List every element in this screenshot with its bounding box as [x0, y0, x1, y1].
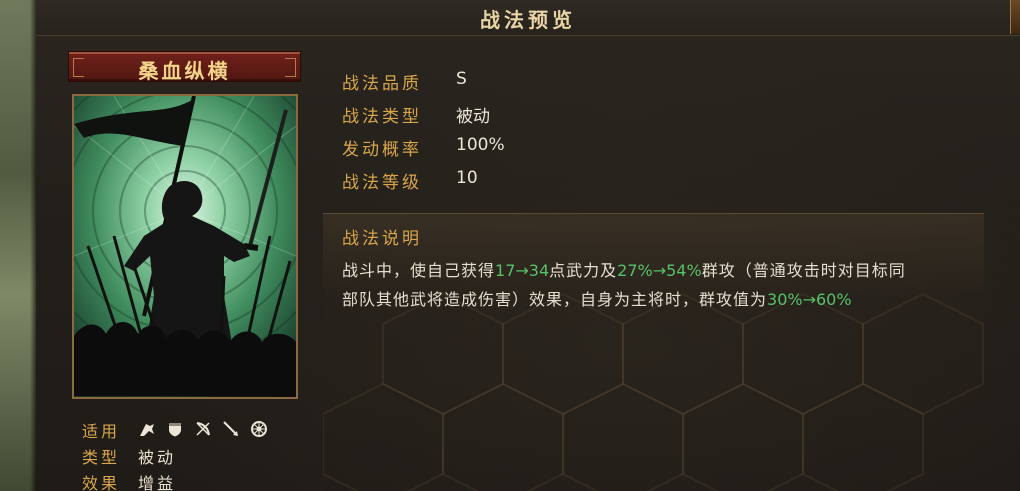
- close-button[interactable]: [1010, 0, 1020, 34]
- skill-name: 桑血纵横: [138, 59, 231, 83]
- game-world-background: [0, 0, 36, 491]
- siege-icon: [251, 421, 267, 437]
- attr-value-level: 10: [456, 168, 478, 188]
- description-title: 战法说明: [342, 229, 422, 249]
- cavalry-icon: [140, 424, 154, 436]
- highlight-value: 17→34: [495, 261, 550, 280]
- highlight-value: 27%→54%: [617, 261, 702, 280]
- panel-title: 战法预览: [480, 8, 576, 32]
- description-text: 战斗中，使自己获得: [342, 261, 496, 280]
- attr-label-probability: 发动概率: [342, 140, 422, 160]
- warrior-silhouette-illustration: [74, 96, 296, 397]
- effect-label: 效果: [82, 474, 121, 491]
- skill-card-art: [72, 94, 298, 399]
- type-row: 类型 被动: [82, 444, 302, 468]
- description-text: 群攻（普通攻击时对目标同: [701, 261, 906, 280]
- skill-name-banner: 桑血纵横: [69, 52, 300, 83]
- attr-value-type: 被动: [456, 107, 490, 127]
- applicable-row: 适用: [82, 418, 302, 442]
- description-text: 部队其他武将造成伤害）效果，自身为主将时，群攻值为: [342, 290, 768, 309]
- applicable-label: 适用: [82, 422, 121, 441]
- attr-label-type: 战法类型: [342, 107, 422, 127]
- skill-description-box: 战法说明 战斗中，使自己获得17→34点武力及27%→54%群攻（普通攻击时对目…: [323, 213, 984, 491]
- shield-icon: [169, 423, 181, 437]
- bow-icon: [196, 422, 210, 436]
- attr-value-quality: S: [456, 69, 467, 89]
- attr-label-level: 战法等级: [342, 173, 422, 193]
- attr-value-probability: 100%: [456, 135, 505, 155]
- description-line-2: 部队其他武将造成伤害）效果，自身为主将时，群攻值为30%→60%: [342, 286, 852, 310]
- effect-value: 增益: [138, 474, 177, 491]
- spear-icon: [223, 421, 238, 436]
- highlight-value: 30%→60%: [767, 290, 852, 309]
- hexagon-pattern-decoration: [323, 292, 984, 491]
- description-line-1: 战斗中，使自己获得17→34点武力及27%→54%群攻（普通攻击时对目标同: [342, 257, 906, 281]
- description-text: 点武力及: [549, 261, 618, 280]
- effect-row: 效果 增益: [82, 470, 302, 491]
- attr-label-quality: 战法品质: [342, 74, 422, 94]
- type-label: 类型: [82, 448, 121, 467]
- title-bar: 战法预览: [36, 0, 1020, 36]
- type-value: 被动: [138, 448, 177, 467]
